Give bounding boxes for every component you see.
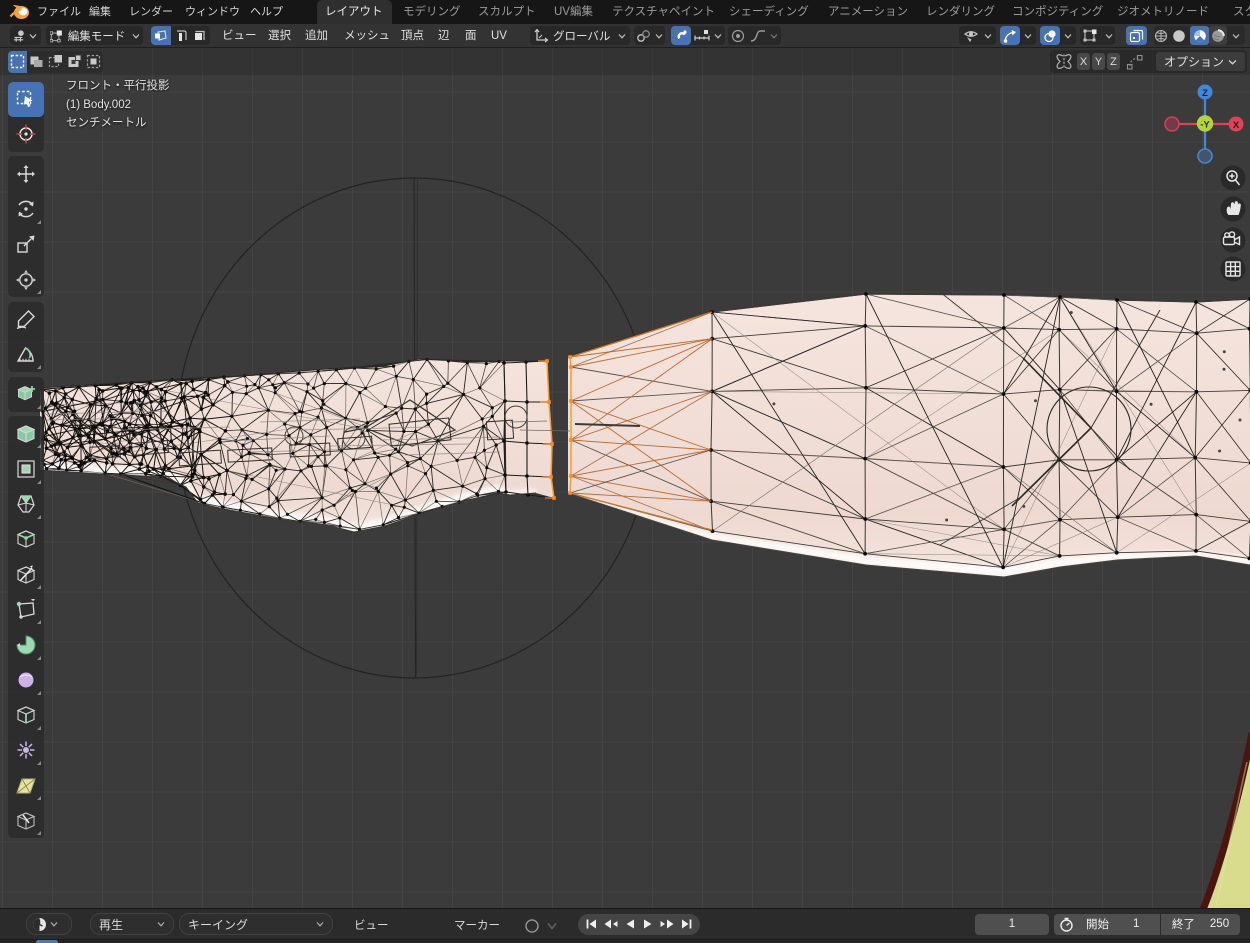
svg-text:-Y: -Y [1200,119,1210,130]
svg-text:Z: Z [1202,88,1208,99]
svg-text:X: X [1233,120,1240,131]
